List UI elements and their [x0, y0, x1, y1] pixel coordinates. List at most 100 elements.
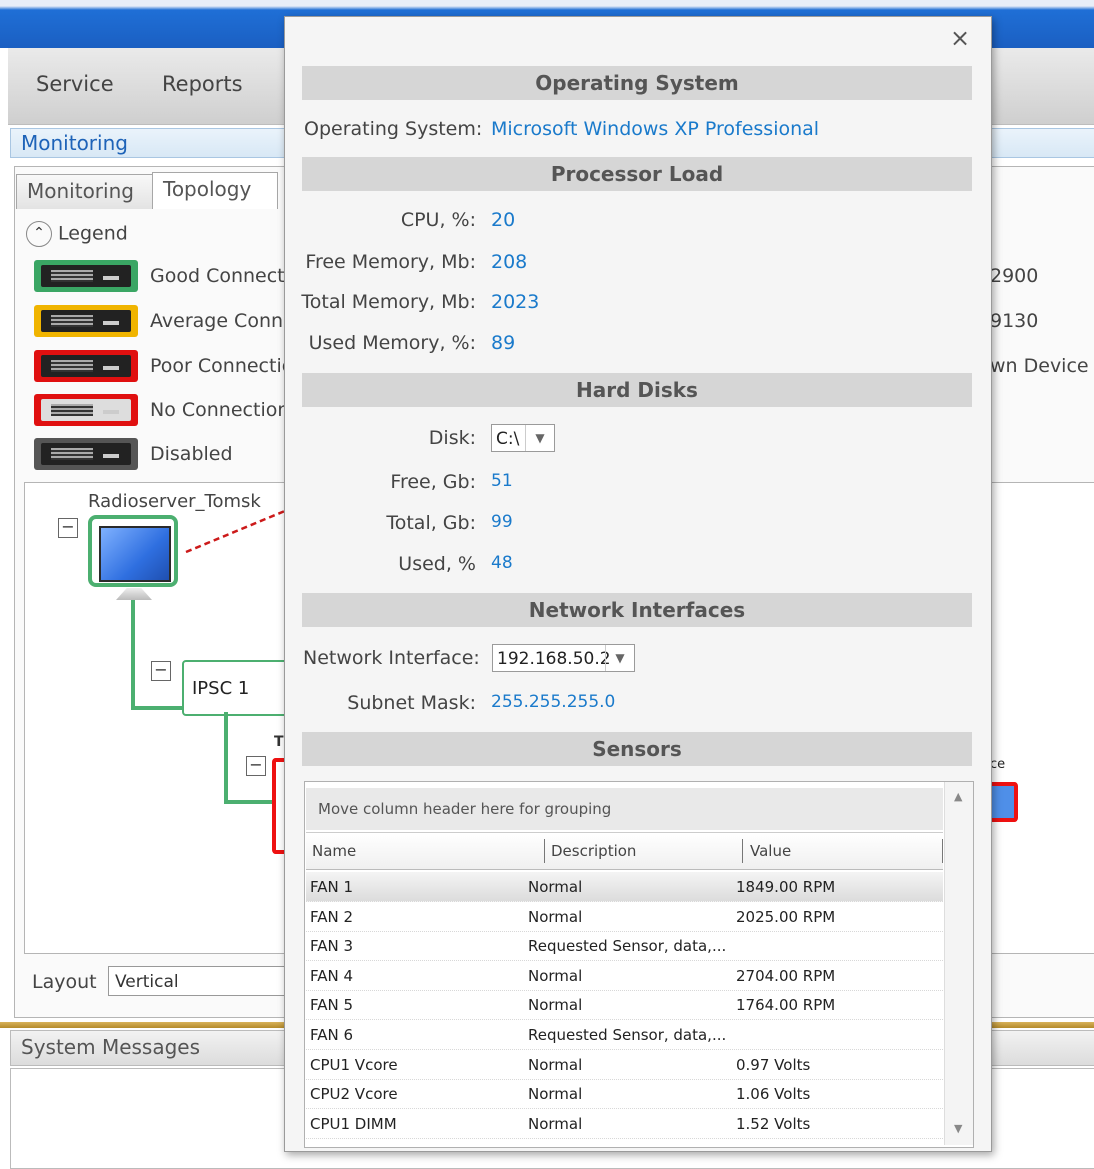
legend-average-label: Average Conne — [150, 310, 295, 332]
os-label: Operating System: — [304, 118, 483, 140]
device-node-right[interactable] — [988, 782, 1018, 822]
collapse-ipsc-button[interactable]: − — [151, 661, 171, 681]
sensor-description-cell: Normal — [528, 966, 583, 985]
menu-reports[interactable]: Reports — [162, 72, 243, 96]
sensor-value-cell: 1.52 Volts — [736, 1114, 811, 1133]
server-device-icon — [41, 310, 131, 332]
chevron-up-icon: ⌃ — [26, 221, 52, 247]
disk-free-label: Free, Gb: — [390, 471, 476, 493]
monitoring-panel-title: Monitoring — [21, 131, 128, 155]
sensor-description-cell: Normal — [528, 996, 583, 1015]
group-by-area[interactable]: Move column header here for grouping — [306, 788, 943, 830]
table-row[interactable]: FAN 4 Normal 2704.00 RPM — [306, 961, 943, 991]
free-memory-value: 208 — [491, 251, 528, 273]
disk-select[interactable]: C:\ ▼ — [491, 424, 555, 452]
table-row[interactable]: FAN 3 Requested Sensor, data,... — [306, 931, 943, 962]
table-row[interactable]: CPU2 Vcore Normal 1.06 Volts — [306, 1079, 943, 1110]
system-messages-title: System Messages — [21, 1035, 201, 1059]
sensor-description-cell: Normal — [528, 878, 583, 896]
disk-free-value: 51 — [491, 471, 513, 491]
cpu-value: 20 — [491, 209, 516, 231]
collapse-subnode-button[interactable]: − — [246, 756, 266, 776]
network-interface-value: 192.168.50.2 — [497, 649, 611, 669]
sensor-name-cell: FAN 1 — [310, 878, 354, 896]
column-header-value[interactable]: Value — [750, 842, 791, 860]
legend-disabled-label: Disabled — [150, 443, 233, 465]
legend-poor-label: Poor Connectic — [150, 355, 293, 377]
legend-noconn-swatch — [34, 394, 138, 426]
network-interface-label: Network Interface: — [303, 647, 480, 669]
sensor-description-cell: Normal — [528, 1055, 583, 1074]
sensor-description-cell: Requested Sensor, data,... — [528, 937, 727, 956]
legend-good-label: Good Connecti — [150, 265, 290, 287]
table-row[interactable]: FAN 1 Normal 1849.00 RPM — [306, 872, 943, 902]
used-memory-value: 89 — [491, 332, 516, 354]
menu-service[interactable]: Service — [36, 72, 114, 96]
sensor-value-cell: 1.06 Volts — [736, 1085, 811, 1104]
collapse-server-button[interactable]: − — [58, 518, 78, 538]
sensor-description-cell: Normal — [528, 1114, 583, 1133]
sensor-value-cell: 2704.00 RPM — [736, 966, 836, 985]
table-row[interactable]: FAN 5 Normal 1764.00 RPM — [306, 990, 943, 1021]
column-header-name[interactable]: Name — [312, 842, 356, 860]
tab-monitoring[interactable]: Monitoring — [16, 174, 154, 209]
close-icon[interactable]: × — [950, 24, 970, 52]
layout-label: Layout — [32, 971, 97, 993]
sensor-value-cell: 1764.00 RPM — [736, 996, 836, 1015]
monitor-icon — [99, 526, 171, 582]
section-sensors: Sensors — [302, 732, 972, 766]
layout-select[interactable]: Vertical — [108, 966, 288, 996]
sensor-name-cell: CPU2 Vcore — [310, 1085, 398, 1104]
os-value: Microsoft Windows XP Professional — [491, 118, 820, 140]
legend-poor-swatch — [34, 350, 138, 382]
network-interface-select[interactable]: 192.168.50.2 ▼ — [492, 644, 635, 672]
sensor-name-cell: FAN 5 — [310, 996, 354, 1015]
right-value-2: 9130 — [990, 310, 1039, 332]
column-separator[interactable] — [544, 839, 545, 863]
disk-label: Disk: — [428, 427, 476, 449]
sensors-grid: Move column header here for grouping Nam… — [304, 781, 974, 1148]
sensor-value-cell: 2025.00 RPM — [736, 907, 836, 926]
disk-select-value: C:\ — [496, 429, 520, 449]
disk-total-label: Total, Gb: — [386, 512, 476, 534]
legend-disabled-swatch — [34, 438, 138, 470]
column-header-description[interactable]: Description — [551, 842, 636, 860]
table-row[interactable]: CPU1 DIMM Normal 1.52 Volts — [306, 1109, 943, 1139]
legend-noconn-label: No Connection — [150, 399, 290, 421]
cpu-label: CPU, %: — [400, 209, 476, 231]
section-processor-load: Processor Load — [302, 157, 972, 191]
legend-title: Legend — [58, 222, 128, 245]
sensor-value-cell: 0.97 Volts — [736, 1055, 811, 1074]
server-device-icon — [41, 399, 131, 421]
table-row[interactable]: FAN 2 Normal 2025.00 RPM — [306, 902, 943, 932]
scroll-down-icon[interactable]: ▼ — [954, 1122, 962, 1135]
sensor-description-cell: Normal — [528, 1085, 583, 1104]
grid-header: Name Description Value — [306, 832, 943, 870]
total-memory-label: Total Memory, Mb: — [301, 291, 476, 313]
radioserver-node[interactable] — [88, 515, 178, 587]
sensor-name-cell: FAN 4 — [310, 966, 354, 985]
section-network-interfaces: Network Interfaces — [302, 593, 972, 627]
device-tag: ce — [990, 757, 1006, 772]
column-separator[interactable] — [742, 839, 743, 863]
table-row[interactable]: CPU1 Vcore Normal 0.97 Volts — [306, 1050, 943, 1080]
sensor-value-cell: 1849.00 RPM — [736, 878, 836, 896]
right-value-3: wn Device — [990, 355, 1089, 377]
legend-average-swatch — [34, 305, 138, 337]
ipsc-node-label: IPSC 1 — [192, 678, 250, 699]
grid-scrollbar[interactable]: ▲ ▼ — [944, 782, 973, 1145]
sensor-name-cell: FAN 2 — [310, 907, 354, 926]
legend-toggle[interactable]: ⌃ Legend — [26, 221, 128, 247]
table-row[interactable]: FAN 6 Requested Sensor, data,... — [306, 1020, 943, 1050]
column-separator[interactable] — [942, 839, 943, 863]
chevron-down-icon: ▼ — [605, 645, 634, 671]
subnet-mask-label: Subnet Mask: — [347, 692, 476, 714]
tab-topology[interactable]: Topology — [152, 172, 278, 209]
scroll-up-icon[interactable]: ▲ — [954, 790, 962, 803]
disk-used-label: Used, % — [398, 553, 476, 575]
disk-used-value: 48 — [491, 553, 513, 573]
sensor-name-cell: FAN 6 — [310, 1026, 354, 1044]
server-device-icon — [41, 443, 131, 465]
sensor-description-cell: Normal — [528, 907, 583, 926]
sensor-name-cell: CPU1 DIMM — [310, 1114, 397, 1133]
